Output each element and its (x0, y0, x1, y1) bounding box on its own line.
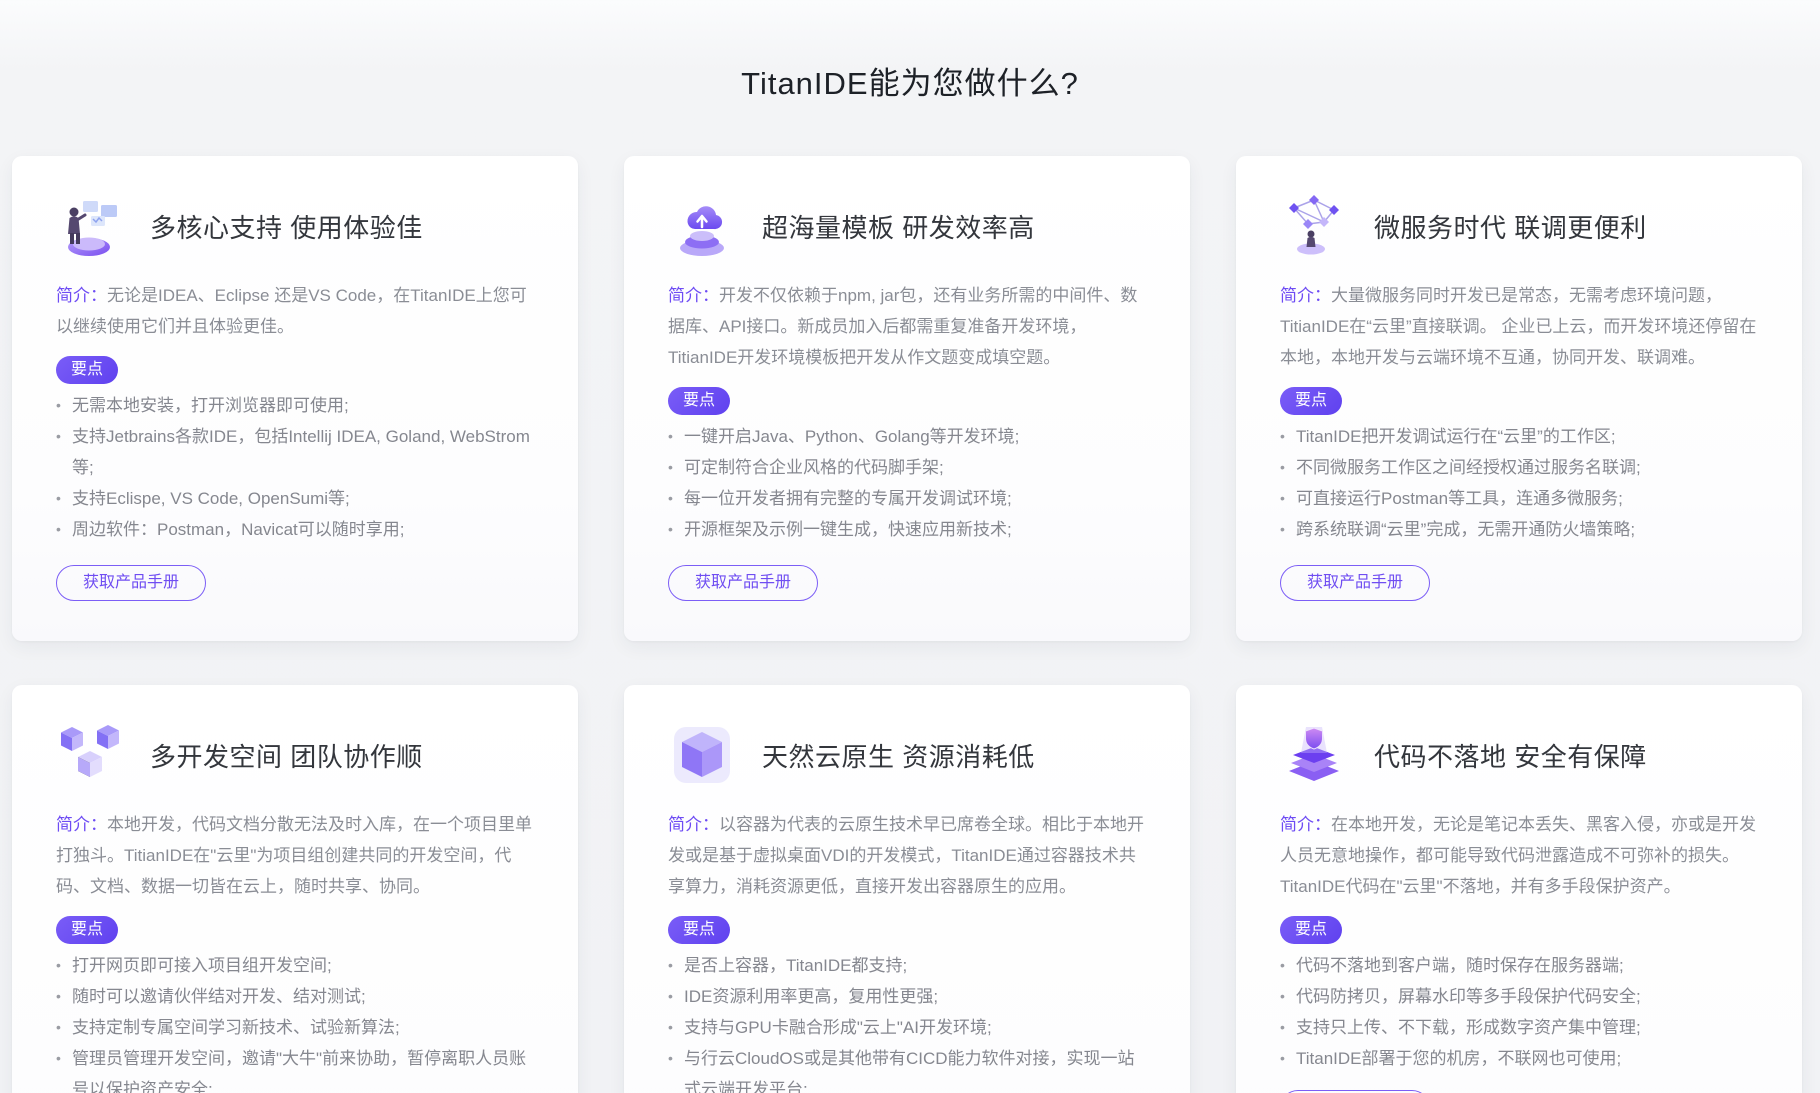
point-item: 是否上容器，TitanIDE都支持; (668, 950, 1146, 981)
intro-text: 开发不仅依赖于npm, jar包，还有业务所需的中间件、数据库、API接口。新成… (668, 286, 1137, 367)
card-header: 多核心支持 使用体验佳 (56, 192, 534, 260)
intro-label: 简介： (1280, 815, 1331, 834)
intro-label: 简介： (668, 286, 719, 305)
point-item: 支持定制专属空间学习新技术、试验新算法; (56, 1012, 534, 1043)
points-badge: 要点 (668, 387, 730, 415)
point-item: 开源框架及示例一键生成，快速应用新技术; (668, 514, 1146, 545)
intro-label: 简介： (56, 286, 107, 305)
point-item: 每一位开发者拥有完整的专属开发调试环境; (668, 483, 1146, 514)
get-manual-button[interactable]: 获取产品手册 (668, 565, 818, 601)
points-list: 无需本地安装，打开浏览器即可使用;支持Jetbrains各款IDE，包括Inte… (56, 390, 534, 545)
microservice-network-icon (1280, 192, 1348, 260)
intro-label: 简介： (668, 815, 719, 834)
point-item: 可直接运行Postman等工具，连通多微服务; (1280, 483, 1758, 514)
point-item: 管理员管理开发空间，邀请"大牛"前来协助，暂停离职人员账号以保护资产安全; (56, 1043, 534, 1093)
feature-card: 代码不落地 安全有保障 简介：在本地开发，无论是笔记本丢失、黑客入侵，亦或是开发… (1236, 685, 1802, 1093)
points-list: 打开网页即可接入项目组开发空间;随时可以邀请伙伴结对开发、结对测试;支持定制专属… (56, 950, 534, 1093)
card-header: 超海量模板 研发效率高 (668, 192, 1146, 260)
points-badge: 要点 (56, 356, 118, 384)
intro-text: 以容器为代表的云原生技术早已席卷全球。相比于本地开发或是基于虚拟桌面VDI的开发… (668, 815, 1144, 896)
point-item: 支持Jetbrains各款IDE，包括Intellij IDEA, Goland… (56, 421, 534, 483)
feature-card: 多核心支持 使用体验佳 简介：无论是IDEA、Eclipse 还是VS Code… (12, 156, 578, 641)
point-item: 支持Eclispe, VS Code, OpenSumi等; (56, 483, 534, 514)
points-list: TitanIDE把开发调试运行在“云里”的工作区;不同微服务工作区之间经授权通过… (1280, 421, 1758, 545)
points-badge: 要点 (56, 916, 118, 944)
shield-stack-icon (1280, 721, 1348, 789)
feature-cards-grid: 多核心支持 使用体验佳 简介：无论是IDEA、Eclipse 还是VS Code… (12, 156, 1802, 1093)
point-item: 可定制符合企业风格的代码脚手架; (668, 452, 1146, 483)
card-title: 多核心支持 使用体验佳 (150, 208, 423, 245)
card-header: 代码不落地 安全有保障 (1280, 721, 1758, 789)
point-item: 随时可以邀请伙伴结对开发、结对测试; (56, 981, 534, 1012)
points-badge: 要点 (1280, 916, 1342, 944)
feature-card: 超海量模板 研发效率高 简介：开发不仅依赖于npm, jar包，还有业务所需的中… (624, 156, 1190, 641)
card-title: 代码不落地 安全有保障 (1374, 737, 1647, 774)
card-header: 天然云原生 资源消耗低 (668, 721, 1146, 789)
person-screens-icon (56, 192, 124, 260)
intro-label: 简介： (1280, 286, 1331, 305)
card-intro: 简介：无论是IDEA、Eclipse 还是VS Code，在TitanIDE上您… (56, 280, 534, 342)
card-intro: 简介：以容器为代表的云原生技术早已席卷全球。相比于本地开发或是基于虚拟桌面VDI… (668, 809, 1146, 902)
cubes-icon (56, 721, 124, 789)
card-intro: 简介：本地开发，代码文档分散无法及时入库，在一个项目里单打独斗。TitianID… (56, 809, 534, 902)
point-item: 周边软件：Postman，Navicat可以随时享用; (56, 514, 534, 545)
point-item: 打开网页即可接入项目组开发空间; (56, 950, 534, 981)
card-title: 多开发空间 团队协作顺 (150, 737, 423, 774)
points-list: 一键开启Java、Python、Golang等开发环境;可定制符合企业风格的代码… (668, 421, 1146, 545)
get-manual-button[interactable]: 获取产品手册 (56, 565, 206, 601)
point-item: 跨系统联调“云里”完成，无需开通防火墙策略; (1280, 514, 1758, 545)
card-title: 超海量模板 研发效率高 (762, 208, 1035, 245)
feature-card: 多开发空间 团队协作顺 简介：本地开发，代码文档分散无法及时入库，在一个项目里单… (12, 685, 578, 1093)
intro-text: 大量微服务同时开发已是常态，无需考虑环境问题，TitianIDE在“云里”直接联… (1280, 286, 1756, 367)
point-item: 代码防拷贝，屏幕水印等多手段保护代码安全; (1280, 981, 1758, 1012)
card-intro: 简介：大量微服务同时开发已是常态，无需考虑环境问题，TitianIDE在“云里”… (1280, 280, 1758, 373)
card-intro: 简介：在本地开发，无论是笔记本丢失、黑客入侵，亦或是开发人员无意地操作，都可能导… (1280, 809, 1758, 902)
point-item: TitanIDE把开发调试运行在“云里”的工作区; (1280, 421, 1758, 452)
intro-text: 无论是IDEA、Eclipse 还是VS Code，在TitanIDE上您可以继… (56, 286, 527, 336)
intro-label: 简介： (56, 815, 107, 834)
point-item: 支持只上传、不下载，形成数字资产集中管理; (1280, 1012, 1758, 1043)
get-manual-button[interactable]: 获取产品手册 (1280, 565, 1430, 601)
card-header: 多开发空间 团队协作顺 (56, 721, 534, 789)
card-header: 微服务时代 联调更便利 (1280, 192, 1758, 260)
card-title: 天然云原生 资源消耗低 (762, 737, 1035, 774)
point-item: 与行云CloudOS或是其他带有CICD能力软件对接，实现一站式云端开发平台; (668, 1043, 1146, 1093)
cube-icon (668, 721, 736, 789)
card-title: 微服务时代 联调更便利 (1374, 208, 1647, 245)
intro-text: 在本地开发，无论是笔记本丢失、黑客入侵，亦或是开发人员无意地操作，都可能导致代码… (1280, 815, 1756, 896)
points-list: 代码不落地到客户端，随时保存在服务器端;代码防拷贝，屏幕水印等多手段保护代码安全… (1280, 950, 1758, 1074)
feature-card: 天然云原生 资源消耗低 简介：以容器为代表的云原生技术早已席卷全球。相比于本地开… (624, 685, 1190, 1093)
point-item: 代码不落地到客户端，随时保存在服务器端; (1280, 950, 1758, 981)
feature-card: 微服务时代 联调更便利 简介：大量微服务同时开发已是常态，无需考虑环境问题，Ti… (1236, 156, 1802, 641)
points-list: 是否上容器，TitanIDE都支持;IDE资源利用率更高，复用性更强;支持与GP… (668, 950, 1146, 1093)
point-item: TitanIDE部署于您的机房，不联网也可使用; (1280, 1043, 1758, 1074)
points-badge: 要点 (1280, 387, 1342, 415)
cloud-template-icon (668, 192, 736, 260)
card-intro: 简介：开发不仅依赖于npm, jar包，还有业务所需的中间件、数据库、API接口… (668, 280, 1146, 373)
point-item: 不同微服务工作区之间经授权通过服务名联调; (1280, 452, 1758, 483)
points-badge: 要点 (668, 916, 730, 944)
intro-text: 本地开发，代码文档分散无法及时入库，在一个项目里单打独斗。TitianIDE在"… (56, 815, 532, 896)
page-title: TitanIDE能为您做什么? (0, 0, 1820, 103)
point-item: IDE资源利用率更高，复用性更强; (668, 981, 1146, 1012)
point-item: 支持与GPU卡融合形成"云上"AI开发环境; (668, 1012, 1146, 1043)
point-item: 无需本地安装，打开浏览器即可使用; (56, 390, 534, 421)
point-item: 一键开启Java、Python、Golang等开发环境; (668, 421, 1146, 452)
